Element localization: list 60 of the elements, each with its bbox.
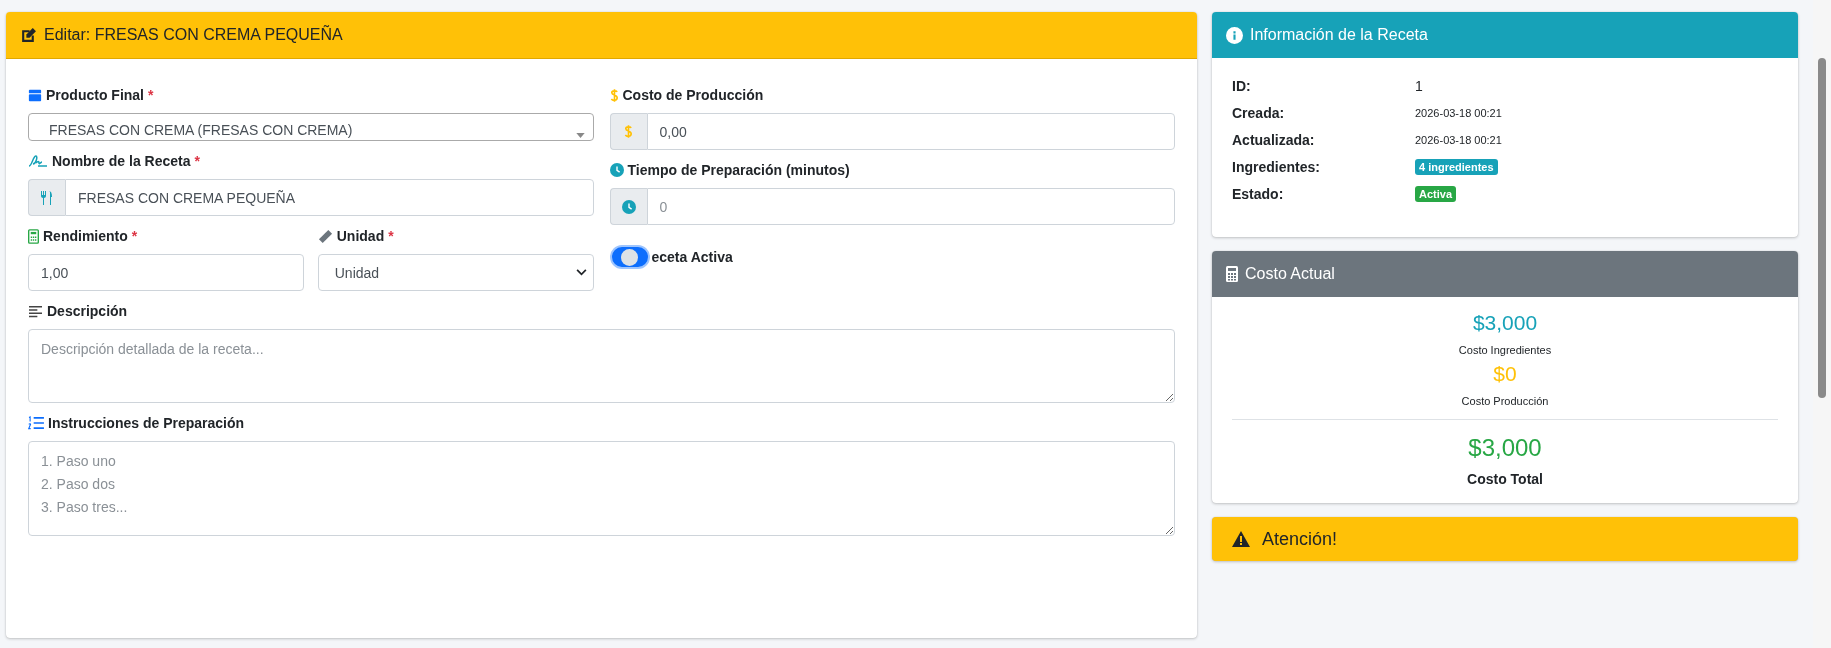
- align-left-icon: [28, 304, 43, 318]
- dollar-icon: [624, 124, 633, 139]
- clock-icon: [621, 199, 636, 214]
- info-value: 1: [1415, 77, 1424, 94]
- dollar-icon: [609, 87, 619, 103]
- caret-icon: [575, 133, 585, 138]
- cost-input[interactable]: 0,00: [646, 113, 1175, 150]
- cost-caption: Costo Producción: [1461, 395, 1549, 407]
- chevron-icon: [575, 269, 587, 276]
- cost-caption: Costo Total: [1467, 471, 1543, 487]
- cost-amount: $0: [1493, 362, 1517, 386]
- field-label: Producto Final: [46, 87, 144, 103]
- toggle-switch[interactable]: [609, 245, 650, 269]
- description-textarea[interactable]: Descripción detallada de la receta...: [28, 329, 1175, 403]
- card-title: Editar: FRESAS CON CREMA PEQUEÑA: [44, 26, 343, 44]
- product-select[interactable]: FRESAS CON CREMA (FRESAS CON CREMA): [28, 113, 594, 141]
- clock-icon: [609, 163, 624, 177]
- edit-icon: [20, 26, 37, 44]
- info-icon: [1226, 26, 1243, 44]
- alert-title: Atención!: [1262, 528, 1338, 550]
- field-label: Costo de Producción: [622, 87, 764, 103]
- required-mark: *: [194, 153, 200, 169]
- cost-amount: $3,000: [1472, 311, 1538, 335]
- cost-caption: Costo Ingredientes: [1458, 344, 1552, 356]
- status-badge: 4 ingredientes: [1415, 158, 1498, 175]
- required-mark: *: [131, 228, 138, 244]
- info-value: 2026-03-18 00:21: [1415, 106, 1503, 119]
- time-input[interactable]: 0: [646, 188, 1175, 225]
- numbered-list-icon: [28, 416, 44, 430]
- field-label: Nombre de la Receta: [52, 153, 191, 169]
- required-mark: *: [388, 228, 394, 244]
- info-value: 2026-03-18 00:21: [1415, 133, 1503, 146]
- instructions-textarea[interactable]: 1. Paso uno 2. Paso dos 3. Paso tres...: [28, 441, 1175, 536]
- recipe-name-input[interactable]: FRESAS CON CREMA PEQUEÑA: [65, 179, 594, 216]
- warning-icon: [1232, 531, 1250, 547]
- field-label: Tiempo de Preparación (minutos): [627, 162, 850, 178]
- field-label: Descripción: [47, 303, 128, 319]
- status-badge: Activa: [1415, 185, 1457, 202]
- required-mark: *: [148, 87, 154, 103]
- info-label: Actualizada:: [1232, 131, 1316, 148]
- info-label: Ingredientes:: [1232, 158, 1321, 175]
- field-label: Rendimiento: [43, 228, 128, 244]
- ruler-icon: [317, 228, 333, 244]
- info-label: Estado:: [1232, 185, 1285, 202]
- toggle-label: eceta Activa: [651, 249, 733, 265]
- unit-select[interactable]: Unidad: [317, 254, 594, 291]
- calculator-icon: [28, 228, 39, 244]
- yield-input[interactable]: 1,00: [28, 254, 304, 291]
- total-amount: $3,000: [1468, 434, 1542, 462]
- signature-icon: [28, 154, 48, 168]
- box-icon: [28, 88, 42, 102]
- scrollbar-thumb[interactable]: [1818, 58, 1826, 398]
- field-label: Instrucciones de Preparación: [48, 415, 245, 431]
- info-label: Creada:: [1232, 104, 1286, 121]
- card-title: Información de la Receta: [1250, 26, 1428, 44]
- calculator-icon: [1226, 266, 1238, 282]
- info-label: ID:: [1232, 77, 1252, 94]
- card-title: Costo Actual: [1245, 265, 1335, 283]
- utensils-icon: [40, 189, 54, 206]
- field-label: Unidad: [336, 228, 385, 244]
